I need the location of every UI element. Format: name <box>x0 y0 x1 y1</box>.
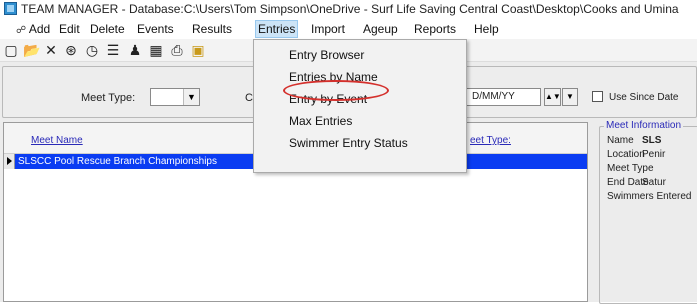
row-selector-icon[interactable] <box>4 154 15 169</box>
date-input[interactable]: D/MM/YY <box>463 88 541 106</box>
add-menu-icon: ☍ <box>16 25 27 36</box>
chevron-down-icon: ▼ <box>566 92 574 101</box>
menu-results[interactable]: Results <box>190 21 234 37</box>
list-icon[interactable]: ☰ <box>105 42 121 58</box>
folder-icon[interactable]: ▣ <box>190 42 206 58</box>
info-label-location: Location <box>607 149 645 160</box>
menu-delete[interactable]: Delete <box>88 21 127 37</box>
open-folder-icon[interactable]: 📂 <box>23 42 40 58</box>
meet-type-label: Meet Type: <box>81 92 136 104</box>
swimmer-icon[interactable]: ♟ <box>127 42 143 58</box>
info-label-name: Name <box>607 135 634 146</box>
menu-item-swimmer-entry-status[interactable]: Swimmer Entry Status <box>289 136 408 150</box>
window-title: TEAM MANAGER - Database:C:\Users\Tom Sim… <box>21 2 679 16</box>
menu-edit[interactable]: Edit <box>57 21 82 37</box>
menu-item-max-entries[interactable]: Max Entries <box>289 114 352 128</box>
meet-type-select[interactable]: ▼ <box>150 88 200 106</box>
delete-x-icon[interactable]: ✕ <box>43 42 59 58</box>
info-label-swimmers-entered: Swimmers Entered <box>607 191 692 202</box>
menu-import[interactable]: Import <box>309 21 347 37</box>
menu-events[interactable]: Events <box>135 21 176 37</box>
meet-name-cell: SLSCC Pool Rescue Branch Championships <box>18 156 217 167</box>
team-icon[interactable]: ⊛ <box>63 42 79 58</box>
info-label-meet-type: Meet Type <box>607 163 654 174</box>
new-document-icon[interactable]: ▢ <box>3 42 19 58</box>
title-bar: TEAM MANAGER - Database:C:\Users\Tom Sim… <box>0 0 697 18</box>
meet-information-panel: Meet Information Name SLS Location Penir… <box>599 120 697 304</box>
spinner-arrows-icon: ▲▼ <box>545 92 561 101</box>
menu-ageup[interactable]: Ageup <box>361 21 400 37</box>
app-icon <box>4 2 17 15</box>
menu-help[interactable]: Help <box>472 21 501 37</box>
date-dropdown[interactable]: ▼ <box>562 88 578 106</box>
use-since-date-label: Use Since Date <box>609 92 679 103</box>
use-since-date-checkbox[interactable] <box>592 91 603 102</box>
column-meet-type[interactable]: eet Type: <box>470 135 511 146</box>
meet-information-title: Meet Information <box>604 120 684 131</box>
info-value-end-date: Satur <box>642 177 666 188</box>
info-value-name: SLS <box>642 135 662 146</box>
highlight-circle <box>283 80 389 101</box>
info-value-location: Penir <box>642 149 666 160</box>
chevron-down-icon[interactable]: ▼ <box>183 89 199 105</box>
column-meet-name[interactable]: Meet Name <box>31 135 83 146</box>
menu-reports[interactable]: Reports <box>412 21 458 37</box>
menu-item-entry-browser[interactable]: Entry Browser <box>289 48 364 62</box>
date-spinner[interactable]: ▲▼ <box>544 88 561 106</box>
menu-entries[interactable]: Entries <box>255 20 299 38</box>
menu-add[interactable]: ☍ Add <box>14 21 52 37</box>
menu-bar: ☍ Add Edit Delete Events Results Entries… <box>0 18 697 39</box>
entries-dropdown-menu: Entry Browser Entries by Name Entry by E… <box>253 39 467 173</box>
calendar-icon[interactable]: ▦ <box>148 42 164 58</box>
clock-icon[interactable]: ◷ <box>84 42 100 58</box>
print-icon[interactable]: ⎙ <box>169 42 185 58</box>
